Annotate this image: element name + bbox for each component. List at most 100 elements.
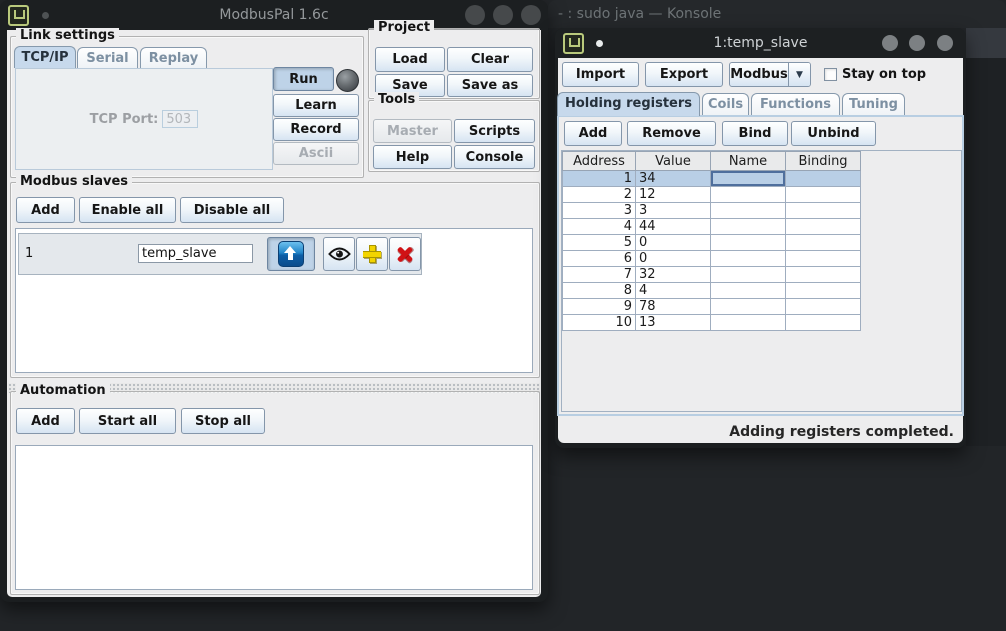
register-address-cell[interactable]: 9 [563, 299, 636, 315]
register-binding-cell[interactable] [786, 267, 861, 283]
automation-add-button[interactable]: Add [16, 408, 75, 434]
slave-duplicate-button[interactable] [356, 237, 388, 271]
clear-button[interactable]: Clear [447, 47, 533, 72]
table-row[interactable]: 60 [563, 251, 861, 267]
console-button[interactable]: Console [454, 145, 535, 169]
save-as-button[interactable]: Save as [447, 74, 533, 97]
table-row[interactable]: 978 [563, 299, 861, 315]
table-row[interactable]: 84 [563, 283, 861, 299]
register-bind-button[interactable]: Bind [722, 121, 788, 146]
register-address-cell[interactable]: 4 [563, 219, 636, 235]
register-binding-cell[interactable] [786, 187, 861, 203]
register-value-cell[interactable]: 4 [636, 283, 711, 299]
register-remove-button[interactable]: Remove [627, 121, 716, 146]
register-address-cell[interactable]: 3 [563, 203, 636, 219]
scripts-button[interactable]: Scripts [454, 119, 535, 143]
tab-coils[interactable]: Coils [702, 93, 749, 116]
register-address-cell[interactable]: 7 [563, 267, 636, 283]
maximize-button[interactable] [493, 5, 513, 25]
register-address-cell[interactable]: 1 [563, 171, 636, 187]
close-button[interactable] [937, 35, 953, 51]
tab-functions[interactable]: Functions [751, 93, 840, 116]
tab-serial[interactable]: Serial [77, 47, 138, 68]
column-header-address[interactable]: Address [563, 152, 636, 171]
tab-replay[interactable]: Replay [140, 47, 207, 68]
register-add-button[interactable]: Add [564, 121, 622, 146]
ascii-button[interactable]: Ascii [273, 142, 359, 165]
protocol-combobox[interactable]: Modbus ▼ [729, 62, 811, 87]
register-name-cell[interactable] [711, 219, 786, 235]
column-header-value[interactable]: Value [636, 152, 711, 171]
slave-titlebar[interactable]: 1:temp_slave [555, 28, 966, 58]
register-name-cell[interactable] [711, 251, 786, 267]
import-button[interactable]: Import [562, 62, 639, 87]
start-all-button[interactable]: Start all [79, 408, 176, 434]
tab-tcpip[interactable]: TCP/IP [14, 46, 76, 68]
register-value-cell[interactable]: 0 [636, 251, 711, 267]
register-name-cell[interactable] [711, 315, 786, 331]
table-row[interactable]: 50 [563, 235, 861, 251]
register-value-cell[interactable]: 0 [636, 235, 711, 251]
register-name-cell[interactable] [711, 235, 786, 251]
register-value-cell[interactable]: 32 [636, 267, 711, 283]
konsole-titlebar[interactable]: - : sudo java — Konsole [548, 0, 1006, 28]
register-binding-cell[interactable] [786, 315, 861, 331]
register-value-cell[interactable]: 3 [636, 203, 711, 219]
register-value-cell[interactable]: 12 [636, 187, 711, 203]
register-binding-cell[interactable] [786, 283, 861, 299]
register-unbind-button[interactable]: Unbind [791, 121, 876, 146]
slave-row[interactable]: 1 [18, 233, 422, 275]
register-address-cell[interactable]: 5 [563, 235, 636, 251]
register-address-cell[interactable]: 2 [563, 187, 636, 203]
load-button[interactable]: Load [375, 47, 445, 72]
column-header-name[interactable]: Name [711, 152, 786, 171]
learn-button[interactable]: Learn [273, 94, 359, 117]
master-button[interactable]: Master [373, 119, 452, 143]
record-button[interactable]: Record [273, 118, 359, 141]
table-row[interactable]: 1013 [563, 315, 861, 331]
minimize-button[interactable] [882, 35, 898, 51]
stay-on-top-checkbox[interactable] [824, 68, 837, 81]
register-binding-cell[interactable] [786, 219, 861, 235]
register-address-cell[interactable]: 10 [563, 315, 636, 331]
register-name-cell[interactable] [711, 283, 786, 299]
register-name-cell[interactable] [711, 267, 786, 283]
table-row[interactable]: 732 [563, 267, 861, 283]
slave-name-field[interactable] [138, 244, 253, 263]
help-button[interactable]: Help [373, 145, 452, 169]
minimize-button[interactable] [465, 5, 485, 25]
register-name-cell[interactable] [711, 299, 786, 315]
tab-holding-registers[interactable]: Holding registers [557, 92, 700, 116]
close-button[interactable] [521, 5, 541, 25]
register-value-cell[interactable]: 44 [636, 219, 711, 235]
register-name-cell[interactable] [711, 203, 786, 219]
slave-view-button[interactable] [323, 237, 355, 271]
run-button[interactable]: Run [273, 67, 334, 91]
stop-all-button[interactable]: Stop all [181, 408, 265, 434]
tcp-port-field[interactable] [162, 110, 198, 128]
table-row[interactable]: 212 [563, 187, 861, 203]
slave-delete-button[interactable] [389, 237, 421, 271]
maximize-button[interactable] [909, 35, 925, 51]
register-binding-cell[interactable] [786, 235, 861, 251]
register-name-cell[interactable] [711, 187, 786, 203]
register-address-cell[interactable]: 6 [563, 251, 636, 267]
register-value-cell[interactable]: 34 [636, 171, 711, 187]
register-binding-cell[interactable] [786, 171, 861, 187]
register-value-cell[interactable]: 78 [636, 299, 711, 315]
register-binding-cell[interactable] [786, 203, 861, 219]
register-binding-cell[interactable] [786, 251, 861, 267]
slave-add-button[interactable]: Add [16, 197, 75, 223]
column-header-binding[interactable]: Binding [786, 152, 861, 171]
register-value-cell[interactable]: 13 [636, 315, 711, 331]
slave-enabled-toggle[interactable] [267, 237, 315, 271]
table-row[interactable]: 33 [563, 203, 861, 219]
disable-all-button[interactable]: Disable all [180, 197, 284, 223]
register-address-cell[interactable]: 8 [563, 283, 636, 299]
enable-all-button[interactable]: Enable all [79, 197, 176, 223]
tab-tuning[interactable]: Tuning [842, 93, 905, 116]
register-binding-cell[interactable] [786, 299, 861, 315]
modbuspal-titlebar[interactable]: ModbusPal 1.6c [0, 0, 548, 30]
register-name-cell[interactable] [711, 171, 786, 187]
table-row[interactable]: 444 [563, 219, 861, 235]
